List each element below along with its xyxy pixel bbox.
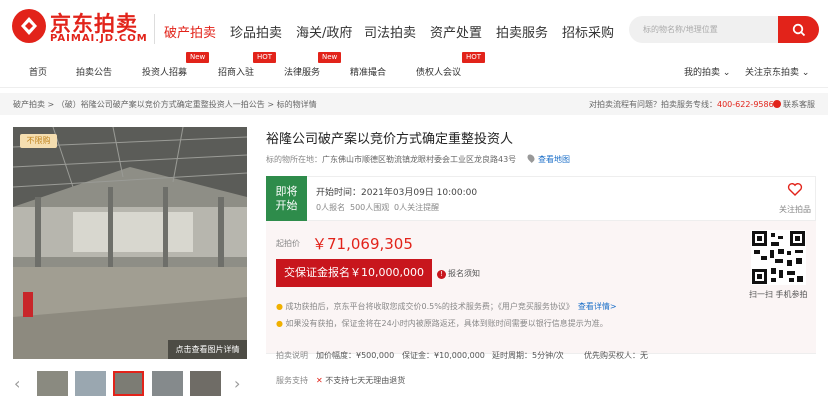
map-pin-icon bbox=[526, 153, 536, 163]
no-return-policy: ✕ 不支持七天无理由退货 bbox=[316, 376, 406, 385]
location-label: 标的物所在地： bbox=[266, 155, 322, 164]
gallery-thumbnail[interactable] bbox=[152, 371, 183, 396]
signup-notice-link[interactable]: ! 报名须知 bbox=[437, 268, 480, 279]
header-divider bbox=[0, 87, 828, 88]
start-price: ￥71,069,305 bbox=[312, 235, 413, 253]
subnav-legal-service[interactable]: 法律服务 bbox=[284, 65, 320, 78]
search-button[interactable] bbox=[778, 16, 819, 43]
hot-tag: HOT bbox=[253, 52, 277, 63]
breadcrumb: 破产拍卖 > （破）裕隆公司破产案以竞价方式确定重整投资人一拍公告 > 标的物详… bbox=[13, 100, 317, 109]
scan-to-bid-caption: 扫一扫 手机参拍 bbox=[749, 290, 808, 299]
nav-judicial-auction[interactable]: 司法拍卖 bbox=[364, 22, 416, 41]
new-tag: New bbox=[318, 52, 342, 63]
qr-code bbox=[751, 230, 806, 285]
view-agreement-link[interactable]: 查看详情> bbox=[578, 302, 617, 311]
info-icon: ! bbox=[437, 270, 446, 279]
gallery-thumbnail[interactable] bbox=[190, 371, 221, 396]
deposit-refund-note: ● 如果没有获拍，保证金将在24小时内被原路返还，具体到账时间需要以银行信息提示… bbox=[276, 319, 608, 328]
service-support-label: 服务支持 bbox=[276, 376, 308, 385]
contact-service-link[interactable]: 联系客服 bbox=[773, 99, 815, 110]
deposit-amount: 保证金：¥10,000,000 bbox=[402, 351, 485, 360]
logo-divider bbox=[154, 14, 155, 44]
heart-plus-icon[interactable] bbox=[787, 182, 803, 200]
main-image[interactable] bbox=[13, 127, 247, 359]
subnav-merchant-join[interactable]: 招商入驻 bbox=[218, 65, 254, 78]
no-purchase-limit-badge: 不限购 bbox=[20, 134, 57, 148]
nav-customs-government[interactable]: 海关/政府 bbox=[296, 22, 352, 41]
pay-deposit-signup-button[interactable]: 交保证金报名￥10,000,000 bbox=[276, 259, 432, 287]
service-hotline: 对拍卖流程有问题？拍卖服务专线：400-622-9586 bbox=[589, 100, 774, 109]
breadcrumb-item[interactable]: （破）裕隆公司破产案以竞价方式确定重整投资人一拍公告 bbox=[57, 100, 265, 109]
preemptive-right: 优先购买权人：无 bbox=[584, 351, 648, 360]
item-title: 裕隆公司破产案以竞价方式确定重整投资人 bbox=[266, 132, 514, 147]
follow-item-button[interactable]: 关注拍品 bbox=[779, 204, 811, 215]
view-image-details-button[interactable]: 点击查看图片详情 bbox=[168, 340, 247, 359]
start-price-label: 起拍价 bbox=[276, 239, 300, 248]
reminder-count: 0人关注提醒 bbox=[394, 203, 440, 212]
subnav-home[interactable]: 首页 bbox=[29, 65, 47, 78]
search-icon bbox=[792, 23, 805, 36]
breadcrumb-item[interactable]: 破产拍卖 bbox=[13, 100, 45, 109]
extension-period: 延时周期：5分钟/次 bbox=[492, 351, 564, 360]
logo-domain: PAIMAI.JD.COM bbox=[50, 33, 148, 44]
increment: 加价幅度：¥500,000 bbox=[316, 351, 395, 360]
subnav-creditor-meeting[interactable]: 债权人会议 bbox=[416, 65, 461, 78]
watch-count: 500人围观 bbox=[350, 203, 390, 212]
search-placeholder: 标的物名称/地理位置 bbox=[643, 25, 718, 34]
nav-tender-procurement[interactable]: 招标采购 bbox=[562, 22, 614, 41]
gallery-thumbnail[interactable] bbox=[75, 371, 106, 396]
nav-auction-service[interactable]: 拍卖服务 bbox=[496, 22, 548, 41]
lightbulb-icon: ● bbox=[276, 319, 283, 328]
jd-auction-logo-icon[interactable] bbox=[12, 9, 46, 43]
my-auction-menu[interactable]: 我的拍卖 ⌄ bbox=[684, 65, 730, 78]
hot-tag: HOT bbox=[462, 52, 486, 63]
subnav-auction-notice[interactable]: 拍卖公告 bbox=[76, 65, 112, 78]
cross-icon: ✕ bbox=[316, 376, 323, 385]
auction-info-label: 拍卖说明 bbox=[276, 351, 308, 360]
status-badge: 即将 开始 bbox=[266, 176, 307, 221]
breadcrumb-item: 标的物详情 bbox=[276, 100, 317, 109]
prev-image-arrow-icon[interactable]: ‹ bbox=[14, 374, 20, 393]
gallery-thumbnail[interactable] bbox=[37, 371, 68, 396]
nav-treasure-auction[interactable]: 珍品拍卖 bbox=[230, 22, 282, 41]
headset-icon bbox=[773, 100, 781, 108]
gallery-thumbnail-selected[interactable] bbox=[113, 371, 144, 396]
start-time: 开始时间：2021年03月09日 10:00:00 bbox=[316, 188, 478, 198]
technical-fee-note: ● 成功获拍后，京东平台将收取您成交价0.5%的技术服务费；《用户竞买服务协议》… bbox=[276, 302, 617, 311]
location-value: 广东佛山市顺德区勒流镇龙眼村委会工业区龙良路43号 bbox=[322, 155, 517, 164]
subnav-precise-match[interactable]: 精准撮合 bbox=[350, 65, 386, 78]
signup-count: 0人报名 bbox=[316, 203, 346, 212]
next-image-arrow-icon[interactable]: › bbox=[234, 374, 240, 393]
status-panel bbox=[266, 176, 816, 221]
follow-jd-auction-menu[interactable]: 关注京东拍卖 ⌄ bbox=[745, 65, 809, 78]
nav-asset-disposal[interactable]: 资产处置 bbox=[430, 22, 482, 41]
lightbulb-icon: ● bbox=[276, 302, 283, 311]
subnav-investor-recruit[interactable]: 投资人招募 bbox=[142, 65, 187, 78]
nav-bankruptcy-auction[interactable]: 破产拍卖 bbox=[164, 22, 216, 41]
view-map-link[interactable]: 查看地图 bbox=[526, 153, 570, 165]
new-tag: New bbox=[186, 52, 210, 63]
